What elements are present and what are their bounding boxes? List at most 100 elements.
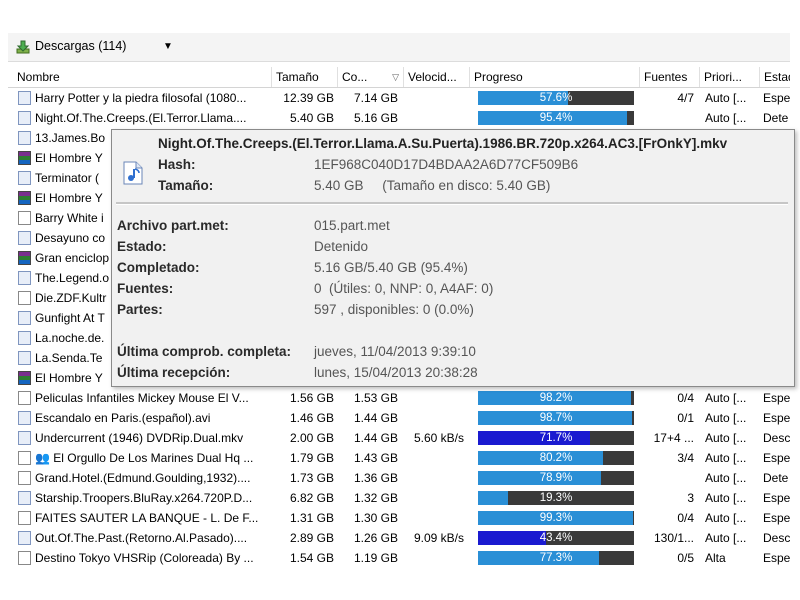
file-size: 2.00 GB — [289, 431, 334, 445]
movie-file-icon — [18, 450, 31, 465]
file-name: Terminator ( — [35, 171, 100, 185]
download-state: Espe — [763, 451, 790, 465]
download-speed — [404, 488, 464, 508]
sources-count: 0/1 — [677, 411, 694, 425]
progress-cell: 80.2% — [478, 448, 634, 468]
download-state: Espe — [763, 491, 790, 505]
completed-size: 1.53 GB — [353, 391, 398, 405]
download-state: Desc — [763, 431, 790, 445]
sources-count — [638, 108, 694, 128]
progress-cell: 78.9% — [478, 468, 634, 488]
download-row[interactable]: Out.Of.The.Past.(Retorno.Al.Pasado).... 2… — [8, 528, 790, 548]
download-row[interactable]: Peliculas Infantiles Mickey Mouse El V..… — [8, 388, 790, 408]
media-file-icon — [18, 90, 31, 105]
download-row[interactable]: 👥 El Orgullo De Los Marines Dual Hq ... 1… — [8, 448, 790, 468]
file-name: Escandalo en Paris.(español).avi — [35, 411, 211, 425]
progress-bar: 95.4% — [478, 111, 634, 125]
download-speed — [404, 448, 464, 468]
download-row[interactable]: FAITES SAUTER LA BANQUE - L. De F... 1.31… — [8, 508, 790, 528]
last-check-label: Última comprob. completa: — [117, 344, 292, 359]
progress-cell: 57.6% — [478, 88, 634, 108]
progress-bar: 80.2% — [478, 451, 634, 465]
progress-cell: 95.4% — [478, 108, 634, 128]
partmet-label: Archivo part.met: — [117, 218, 229, 233]
download-state: Desc — [763, 531, 790, 545]
file-name: FAITES SAUTER LA BANQUE - L. De F... — [35, 511, 259, 525]
hash-label: Hash: — [158, 157, 196, 172]
completed-size: 1.32 GB — [353, 491, 398, 505]
caret-down-icon[interactable]: ▼ — [163, 41, 173, 52]
file-name-cell: Destino Tokyo VHSRip (Coloreada) By ... — [18, 548, 274, 568]
archive-file-icon — [18, 250, 31, 265]
downloads-title[interactable]: Descargas (114) — [35, 39, 126, 53]
column-header-completed[interactable]: Co... ▽ — [338, 67, 404, 87]
progress-percent: 77.3% — [539, 552, 573, 564]
downloads-toolbar: Descargas (114) ▼ — [8, 33, 790, 62]
media-file-icon — [18, 230, 31, 245]
size-value: 5.40 GB (Tamaño en disco: 5.40 GB) — [314, 178, 551, 193]
download-row[interactable]: Escandalo en Paris.(español).avi 1.46 GB 1… — [8, 408, 790, 428]
column-header-state[interactable]: Estad — [760, 67, 790, 87]
progress-bar: 78.9% — [478, 471, 634, 485]
download-state: Espe — [763, 91, 790, 105]
file-name: Starship.Troopers.BluRay.x264.720P.D... — [35, 491, 253, 505]
file-name-cell: 👥 El Orgullo De Los Marines Dual Hq ... — [18, 448, 274, 468]
download-speed — [404, 108, 464, 128]
download-row[interactable]: Night.Of.The.Creeps.(El.Terror.Llama....… — [8, 108, 790, 128]
movie-file-icon — [18, 550, 31, 565]
file-name: El Hombre Y — [35, 191, 103, 205]
file-name: Barry White i — [35, 211, 104, 225]
download-speed — [404, 388, 464, 408]
progress-cell: 98.2% — [478, 388, 634, 408]
file-name: La.noche.de. — [35, 331, 105, 345]
file-size: 1.79 GB — [289, 451, 334, 465]
file-name-cell: Undercurrent (1946) DVDRip.Dual.mkv — [18, 428, 274, 448]
priority: Auto [... — [705, 411, 747, 425]
download-row[interactable]: Harry Potter y la piedra filosofal (1080… — [8, 88, 790, 108]
progress-bar: 71.7% — [478, 431, 634, 445]
sources-count: 0/4 — [677, 391, 694, 405]
progress-bar: 77.3% — [478, 551, 634, 565]
column-header-completed-label: Co... — [342, 70, 368, 84]
completed-label: Completado: — [117, 260, 200, 275]
download-row[interactable]: Starship.Troopers.BluRay.x264.720P.D... 6… — [8, 488, 790, 508]
completed-size: 1.19 GB — [353, 551, 398, 565]
file-size: 1.46 GB — [289, 411, 334, 425]
completed-size: 1.36 GB — [353, 471, 398, 485]
column-header-size[interactable]: Tamaño — [272, 67, 338, 87]
download-row[interactable]: Undercurrent (1946) DVDRip.Dual.mkv 2.00 … — [8, 428, 790, 448]
progress-cell: 71.7% — [478, 428, 634, 448]
column-header-priority[interactable]: Priori... — [700, 67, 760, 87]
progress-bar: 98.7% — [478, 411, 634, 425]
completed-size: 1.26 GB — [353, 531, 398, 545]
file-name: Die.ZDF.Kultr — [35, 291, 107, 305]
movie-file-icon — [18, 390, 31, 405]
download-row[interactable]: Destino Tokyo VHSRip (Coloreada) By ... 1… — [8, 548, 790, 568]
column-header-progress[interactable]: Progreso — [470, 67, 640, 87]
download-speed — [404, 88, 464, 108]
progress-bar: 98.2% — [478, 391, 634, 405]
file-size: 1.54 GB — [289, 551, 334, 565]
file-size: 12.39 GB — [283, 91, 334, 105]
file-name: Gunfight At T — [35, 311, 105, 325]
file-size: 1.56 GB — [289, 391, 334, 405]
column-header-name[interactable]: Nombre — [8, 67, 272, 87]
progress-percent: 43.4% — [539, 532, 573, 544]
file-size: 1.73 GB — [289, 471, 334, 485]
completed-size: 1.30 GB — [353, 511, 398, 525]
column-header-speed[interactable]: Velocid... — [404, 67, 470, 87]
file-size: 6.82 GB — [289, 491, 334, 505]
file-size: 2.89 GB — [289, 531, 334, 545]
progress-cell: 77.3% — [478, 548, 634, 568]
priority: Auto [... — [705, 471, 747, 485]
column-header-sources[interactable]: Fuentes — [640, 67, 700, 87]
progress-percent: 80.2% — [539, 452, 573, 464]
completed-size: 1.43 GB — [353, 451, 398, 465]
download-speed — [404, 468, 464, 488]
download-icon — [16, 40, 30, 54]
sources-count: 4/7 — [677, 91, 694, 105]
priority: Auto [... — [705, 91, 747, 105]
download-row[interactable]: Grand.Hotel.(Edmund.Goulding,1932).... 1.… — [8, 468, 790, 488]
progress-percent: 19.3% — [539, 492, 573, 504]
media-file-icon — [18, 530, 31, 545]
